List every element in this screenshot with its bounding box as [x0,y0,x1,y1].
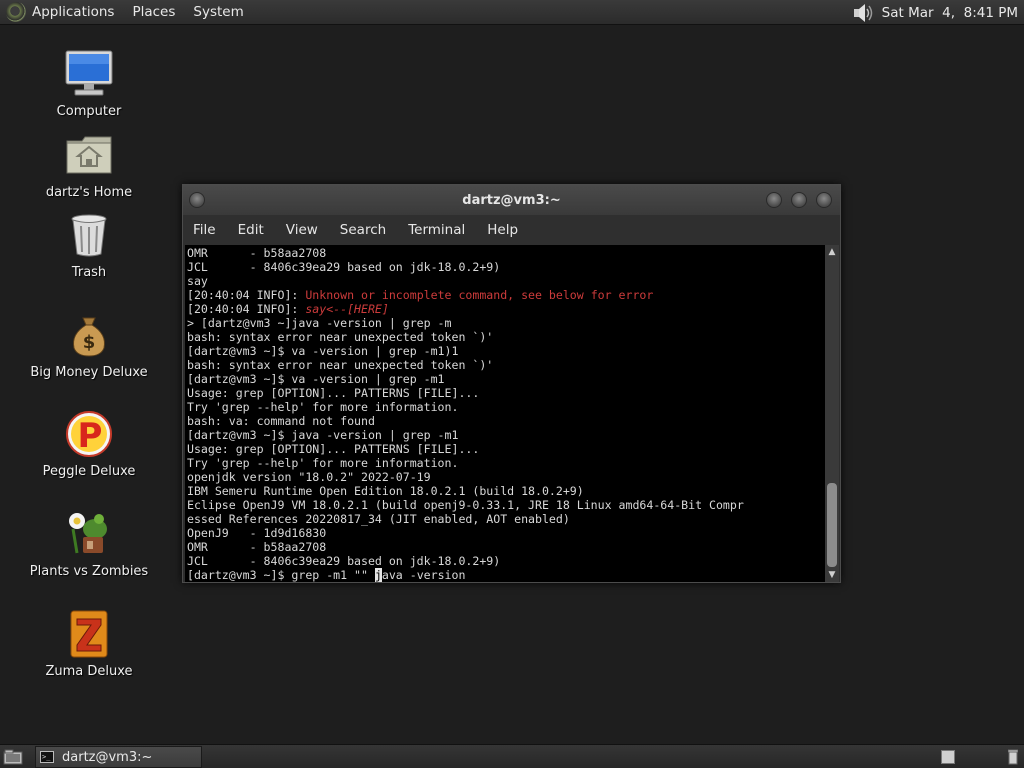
bottom-panel: >_ dartz@vm3:~ [0,744,1024,768]
terminal-line: bash: syntax error near unexpected token… [187,358,494,372]
clock[interactable]: Sat Mar 4, 8:41 PM [882,5,1018,21]
terminal-line: IBM Semeru Runtime Open Edition 18.0.2.1… [187,484,584,498]
terminal-output[interactable]: OMR - b58aa2708 JCL - 8406c39ea29 based … [185,245,826,582]
workspace-switcher-icon[interactable] [941,750,955,764]
terminal-menubar: File Edit View Search Terminal Help [183,215,840,245]
top-panel-tray: Sat Mar 4, 8:41 PM [851,0,1018,25]
terminal-line: Try 'grep --help' for more information. [187,400,459,414]
svg-text:$: $ [83,332,96,353]
peggle-icon: P [61,406,117,462]
terminal-input-rest: ava -version [381,568,466,582]
svg-text:P: P [78,416,103,456]
terminal-prompt-line[interactable]: [dartz@vm3 ~]$ grep -m1 "" java -version [187,568,826,582]
speaker-icon[interactable] [851,2,873,24]
terminal-line: [dartz@vm3 ~]$ va -version | grep -m1 [187,372,445,386]
terminal-line: Try 'grep --help' for more information. [187,456,459,470]
taskbar-terminal-button[interactable]: >_ dartz@vm3:~ [35,746,202,768]
terminal-line: JCL - 8406c39ea29 based on jdk-18.0.2+9) [187,554,501,568]
top-panel: Applications Places System Sat Mar 4, 8:… [0,0,1024,25]
desktop-icon-label: dartz's Home [45,185,133,200]
terminal-line-prefix: [20:40:04 INFO]: [187,302,306,316]
scrollbar-thumb[interactable] [827,483,837,567]
money-bag-icon: $ [61,307,117,363]
menu-edit[interactable]: Edit [238,222,264,238]
terminal-line: OMR - b58aa2708 [187,246,327,260]
zuma-icon [61,606,117,662]
text-cursor: j [374,568,382,582]
terminal-error-text: say<--[HERE] [305,302,389,316]
applications-menu[interactable]: Applications [32,4,114,20]
close-button[interactable] [816,192,832,208]
desktop-icon-label: Big Money Deluxe [30,365,148,380]
desktop-icon-peggle[interactable]: P Peggle Deluxe [24,406,154,479]
desktop-icon-big-money[interactable]: $ Big Money Deluxe [24,307,154,380]
terminal-line: [20:40:04 INFO]: Unknown or incomplete c… [187,288,826,302]
desktop-icon-label: Peggle Deluxe [42,464,136,479]
menu-view[interactable]: View [286,222,318,238]
terminal-scrollbar[interactable]: ▲ ▼ [825,245,839,582]
terminal-line: essed References 20220817_34 (JIT enable… [187,512,570,526]
scroll-up-arrow-icon[interactable]: ▲ [825,245,839,259]
desktop-icon-label: Zuma Deluxe [45,664,133,679]
places-menu[interactable]: Places [132,4,175,20]
menu-file[interactable]: File [193,222,216,238]
panel-trash-icon[interactable] [1008,749,1018,765]
terminal-line: bash: va: command not found [187,414,375,428]
terminal-error-text: Unknown or incomplete command, see below… [305,288,654,302]
taskbar-label: dartz@vm3:~ [62,749,153,765]
window-title: dartz@vm3:~ [462,192,561,208]
home-folder-icon [61,127,117,183]
scroll-down-arrow-icon[interactable]: ▼ [825,568,839,582]
terminal-line-prefix: [20:40:04 INFO]: [187,288,306,302]
maximize-button[interactable] [791,192,807,208]
minimize-button[interactable] [766,192,782,208]
plants-vs-zombies-icon [61,506,117,562]
window-menu-icon[interactable] [189,192,205,208]
terminal-line: JCL - 8406c39ea29 based on jdk-18.0.2+9) [187,260,501,274]
terminal-line: Usage: grep [OPTION]... PATTERNS [FILE].… [187,442,480,456]
terminal-line: [dartz@vm3 ~]$ java -version | grep -m1 [187,428,459,442]
desktop-icon-plants-vs-zombies[interactable]: Plants vs Zombies [24,506,154,579]
system-logo-icon[interactable] [6,2,26,22]
menu-help[interactable]: Help [487,222,518,238]
desktop-icon-label: Computer [56,104,122,119]
desktop-icon-trash[interactable]: Trash [24,207,154,280]
terminal-line: Usage: grep [OPTION]... PATTERNS [FILE].… [187,386,480,400]
desktop-icon-home[interactable]: dartz's Home [24,127,154,200]
desktop-icon-label: Trash [71,265,107,280]
menu-terminal[interactable]: Terminal [408,222,465,238]
system-menu[interactable]: System [193,4,243,20]
terminal-line: openjdk version "18.0.2" 2022-07-19 [187,470,431,484]
window-titlebar[interactable]: dartz@vm3:~ [183,185,840,215]
terminal-window[interactable]: dartz@vm3:~ File Edit View Search Termin… [182,184,841,583]
terminal-line: [20:40:04 INFO]: say<--[HERE] [187,302,826,316]
desktop-icon-computer[interactable]: Computer [24,46,154,119]
desktop-icon-zuma[interactable]: Zuma Deluxe [24,606,154,679]
terminal-line: say [187,274,208,288]
desktop-icon-label: Plants vs Zombies [29,564,149,579]
terminal-line: bash: syntax error near unexpected token… [187,330,494,344]
terminal-line: OpenJ9 - 1d9d16830 [187,526,327,540]
trash-icon [61,207,117,263]
menu-search[interactable]: Search [340,222,386,238]
terminal-line: Eclipse OpenJ9 VM 18.0.2.1 (build openj9… [187,498,744,512]
terminal-line: > [dartz@vm3 ~]java -version | grep -m [187,316,452,330]
computer-icon [61,46,117,102]
terminal-line: OMR - b58aa2708 [187,540,327,554]
terminal-line: [dartz@vm3 ~]$ va -version | grep -m1)1 [187,344,459,358]
terminal-task-icon: >_ [40,751,54,763]
show-desktop-icon[interactable] [3,748,23,766]
terminal-prompt: [dartz@vm3 ~]$ grep -m1 "" [187,568,375,582]
